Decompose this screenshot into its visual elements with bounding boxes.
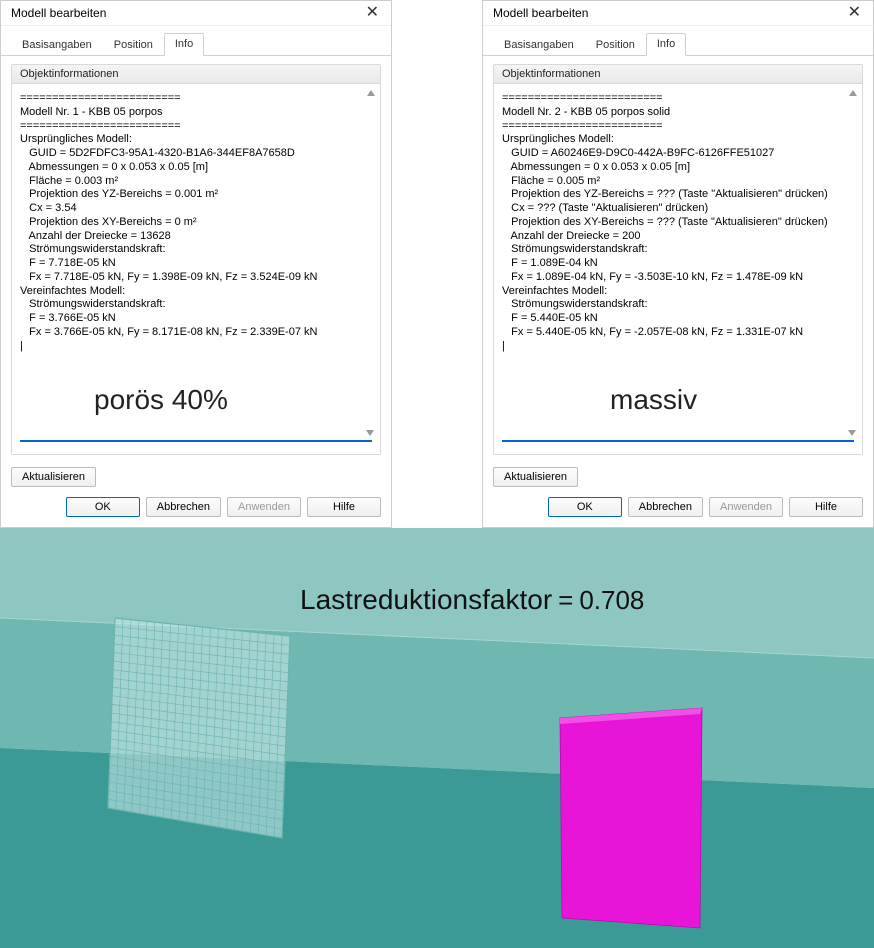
group-header: Objektinformationen	[12, 65, 380, 84]
factor-label: Lastreduktionsfaktor	[300, 584, 552, 616]
overlay-label-porous: porös 40%	[94, 384, 228, 416]
accent-underline	[20, 440, 372, 442]
overlay-label-massive: massiv	[610, 384, 697, 416]
tab-basisangaben[interactable]: Basisangaben	[11, 34, 103, 56]
equals-sign: =	[558, 585, 573, 616]
factor-value: 0.708	[579, 585, 644, 616]
edit-model-dialog-left: Modell bearbeiten ✕ Basisangaben Positio…	[0, 0, 392, 528]
tab-info[interactable]: Info	[646, 33, 686, 56]
update-button[interactable]: Aktualisieren	[11, 467, 96, 487]
update-row: Aktualisieren	[483, 465, 873, 493]
edit-model-dialog-right: Modell bearbeiten ✕ Basisangaben Positio…	[482, 0, 874, 528]
object-info-group: Objektinformationen massiv	[493, 64, 863, 455]
dialog-title: Modell bearbeiten	[493, 6, 588, 20]
cancel-button[interactable]: Abbrechen	[146, 497, 221, 517]
tabstrip: Basisangaben Position Info	[483, 26, 873, 56]
tab-content: Objektinformationen massiv	[483, 56, 873, 465]
tab-basisangaben[interactable]: Basisangaben	[493, 34, 585, 56]
object-info-group: Objektinformationen porös 40%	[11, 64, 381, 455]
dialog-row: Modell bearbeiten ✕ Basisangaben Positio…	[0, 0, 874, 528]
apply-button[interactable]: Anwenden	[227, 497, 301, 517]
apply-button[interactable]: Anwenden	[709, 497, 783, 517]
info-area: porös 40%	[12, 84, 380, 454]
viewport-3d[interactable]: Lastreduktionsfaktor = 0.708	[0, 528, 874, 948]
tab-position[interactable]: Position	[103, 34, 164, 56]
dialog-title: Modell bearbeiten	[11, 6, 106, 20]
accent-underline	[502, 440, 854, 442]
ok-button[interactable]: OK	[548, 497, 622, 517]
close-icon[interactable]: ✕	[844, 5, 865, 21]
load-reduction-label: Lastreduktionsfaktor = 0.708	[300, 584, 644, 616]
info-area: massiv	[494, 84, 862, 454]
help-button[interactable]: Hilfe	[307, 497, 381, 517]
group-header: Objektinformationen	[494, 65, 862, 84]
titlebar: Modell bearbeiten ✕	[1, 1, 391, 26]
dialog-buttons: OK Abbrechen Anwenden Hilfe	[483, 493, 873, 527]
ok-button[interactable]: OK	[66, 497, 140, 517]
help-button[interactable]: Hilfe	[789, 497, 863, 517]
tabstrip: Basisangaben Position Info	[1, 26, 391, 56]
tab-position[interactable]: Position	[585, 34, 646, 56]
titlebar: Modell bearbeiten ✕	[483, 1, 873, 26]
cancel-button[interactable]: Abbrechen	[628, 497, 703, 517]
dialog-buttons: OK Abbrechen Anwenden Hilfe	[1, 493, 391, 527]
close-icon[interactable]: ✕	[362, 5, 383, 21]
scroll-up-icon[interactable]	[366, 90, 376, 112]
tab-content: Objektinformationen porös 40%	[1, 56, 391, 465]
tab-info[interactable]: Info	[164, 33, 204, 56]
update-button[interactable]: Aktualisieren	[493, 467, 578, 487]
update-row: Aktualisieren	[1, 465, 391, 493]
scroll-down-icon[interactable]	[848, 430, 856, 436]
scroll-down-icon[interactable]	[366, 430, 374, 436]
scroll-up-icon[interactable]	[848, 90, 858, 112]
